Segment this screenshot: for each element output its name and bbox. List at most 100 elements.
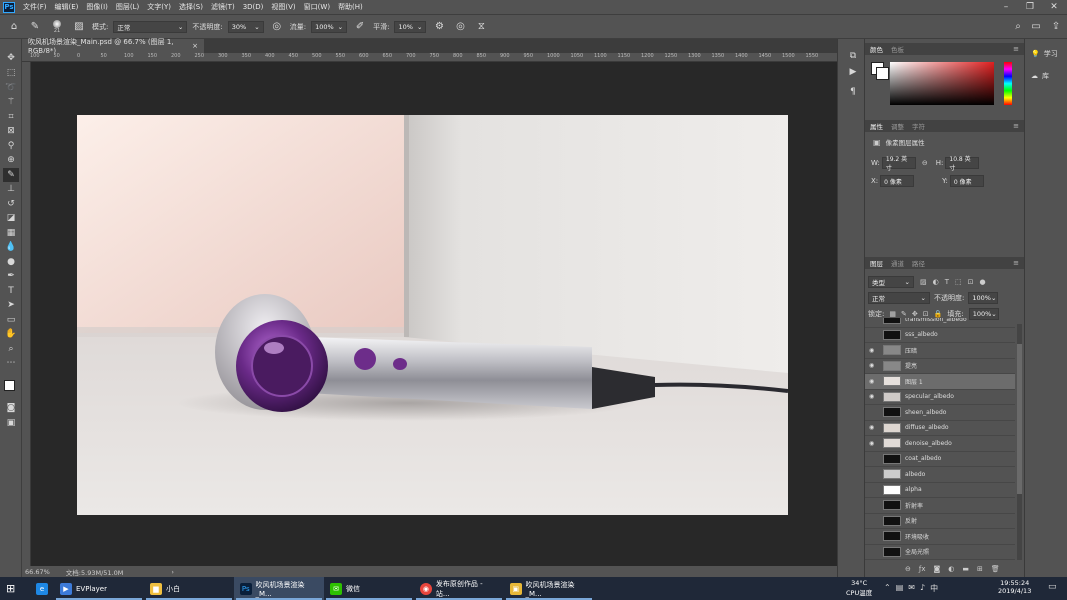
layer-row[interactable]: coat_albedo — [865, 452, 1015, 467]
marquee-tool-icon[interactable]: ⬚ — [3, 66, 19, 80]
healing-brush-icon[interactable]: ⊕ — [3, 153, 19, 167]
background-swatch[interactable] — [876, 67, 889, 80]
frame-tool-icon[interactable]: ⊠ — [3, 124, 19, 138]
tray-up-icon[interactable]: ⌃ — [884, 583, 891, 594]
lasso-tool-icon[interactable]: ➰ — [3, 81, 19, 95]
height-input[interactable]: 10.8 英寸 — [945, 156, 980, 172]
eraser-icon[interactable]: ◪ — [3, 211, 19, 225]
library-item[interactable]: ☁ 库 — [1031, 71, 1049, 81]
filter-pixel-icon[interactable]: ▨ — [920, 278, 927, 286]
new-layer-icon[interactable]: ⊞ — [977, 565, 983, 573]
history-brush-icon[interactable]: ↺ — [3, 197, 19, 211]
layer-row[interactable]: sheen_albedo — [865, 405, 1015, 421]
taskbar-image-viewer[interactable]: ▣ 吹风机场景渲染_M... — [504, 577, 594, 600]
tab-channels[interactable]: 通道 — [891, 258, 904, 268]
move-tool-icon[interactable]: ✥ — [3, 51, 19, 65]
blend-mode-select[interactable]: 正常 ⌄ — [868, 292, 930, 304]
adjustment-layer-icon[interactable]: ◐ — [948, 565, 954, 573]
menu-filter[interactable]: 滤镜(T) — [207, 2, 239, 12]
filter-smart-icon[interactable]: ⊡ — [968, 278, 974, 286]
screen-mode-icon[interactable]: ▣ — [3, 416, 19, 430]
tab-paths[interactable]: 路径 — [912, 258, 925, 268]
type-tool-icon[interactable]: T — [3, 284, 19, 298]
close-icon[interactable]: ✕ — [1042, 0, 1066, 14]
tab-adjustments[interactable]: 调整 — [891, 121, 904, 131]
layer-row[interactable]: ◉ 图层 1 — [865, 374, 1015, 390]
zoom-level[interactable]: 66.67% — [25, 568, 50, 576]
link-icon[interactable]: ⊖ — [922, 159, 928, 167]
hand-tool-icon[interactable]: ✋ — [3, 327, 19, 341]
brush-tool-icon[interactable]: ✎ — [3, 168, 19, 182]
gear-icon[interactable]: ⚙ — [431, 19, 447, 35]
lock-artboard-icon[interactable]: ⊡ — [923, 310, 929, 318]
layer-filter-select[interactable]: 类型 ⌄ — [868, 276, 914, 288]
notification-icon[interactable]: ▭ — [1048, 582, 1057, 592]
layers-scrollbar[interactable] — [1017, 324, 1022, 560]
brush-tool-icon[interactable]: ✎ — [27, 19, 43, 35]
taskbar-photoshop[interactable]: Ps 吹风机场景渲染_M... — [234, 577, 324, 600]
brush-preset-picker[interactable]: 21 — [48, 19, 66, 34]
taskbar-folder[interactable]: ▆ 小白 — [144, 577, 234, 600]
add-mask-icon[interactable]: ◙ — [933, 565, 940, 573]
panel-menu-icon[interactable]: ≡ — [1013, 122, 1019, 130]
lock-transparent-icon[interactable]: ▦ — [889, 310, 896, 318]
menu-file[interactable]: 文件(F) — [19, 2, 51, 12]
menu-view[interactable]: 视图(V) — [267, 2, 299, 12]
clone-stamp-icon[interactable]: ⊥ — [3, 182, 19, 196]
dodge-icon[interactable]: ● — [3, 255, 19, 269]
tab-character[interactable]: 字符 — [912, 121, 925, 131]
share-icon[interactable]: ⇪ — [1048, 19, 1064, 35]
x-input[interactable]: 0 像素 — [880, 175, 915, 187]
tab-layers[interactable]: 图层 — [870, 258, 883, 268]
layer-row[interactable]: transmission_albedo — [865, 318, 1015, 328]
layer-row[interactable]: alpha — [865, 483, 1015, 498]
filter-type-icon[interactable]: T — [945, 278, 949, 286]
y-input[interactable]: 0 像素 — [949, 175, 984, 187]
path-select-icon[interactable]: ➤ — [3, 298, 19, 312]
layer-row[interactable]: ◉ specular_albedo — [865, 390, 1015, 405]
eye-icon[interactable]: ◉ — [869, 378, 879, 385]
mode-select[interactable]: 正常 ⌄ — [113, 20, 188, 33]
new-group-icon[interactable]: ▬ — [962, 565, 969, 573]
menu-select[interactable]: 选择(S) — [175, 2, 207, 12]
history-panel-icon[interactable]: ⧉ — [845, 49, 861, 63]
learn-item[interactable]: 💡 学习 — [1031, 49, 1058, 59]
width-input[interactable]: 19.2 英寸 — [881, 156, 916, 172]
lock-pixels-icon[interactable]: ✎ — [901, 310, 907, 318]
more-tools-icon[interactable]: ⋯ — [3, 356, 19, 370]
panel-menu-icon[interactable]: ≡ — [1013, 45, 1019, 53]
foreground-color-swatch[interactable] — [4, 380, 15, 391]
tab-properties[interactable]: 属性 — [870, 121, 883, 131]
eye-icon[interactable]: ◉ — [869, 347, 879, 354]
eye-icon[interactable]: ◉ — [869, 440, 879, 447]
document-canvas[interactable] — [77, 115, 788, 515]
actions-panel-icon[interactable]: ▶ — [845, 65, 861, 79]
layer-row[interactable]: sss_albedo — [865, 328, 1015, 343]
opacity-input[interactable]: 30% ⌄ — [227, 20, 264, 33]
lock-all-icon[interactable]: 🔒 — [934, 310, 943, 318]
eyedropper-icon[interactable]: ⚲ — [3, 139, 19, 153]
blur-icon[interactable]: 💧 — [3, 240, 19, 254]
network-icon[interactable]: ▤ — [896, 583, 904, 594]
layer-row[interactable]: ◉ denoise_albedo — [865, 436, 1015, 452]
fx-icon[interactable]: ƒx — [919, 565, 926, 573]
gradient-icon[interactable]: ▦ — [3, 226, 19, 240]
layer-row[interactable]: ◉ diffuse_albedo — [865, 421, 1015, 436]
pressure-size-icon[interactable]: ◎ — [452, 19, 468, 35]
trash-icon[interactable]: 🗑 — [991, 565, 1000, 573]
home-icon[interactable]: ⌂ — [6, 19, 22, 35]
taskbar-evplayer[interactable]: ▶ EVPlayer — [54, 577, 144, 600]
menu-help[interactable]: 帮助(H) — [334, 2, 367, 12]
eye-icon[interactable]: ◉ — [869, 362, 879, 369]
color-field[interactable] — [890, 62, 994, 105]
rectangle-tool-icon[interactable]: ▭ — [3, 313, 19, 327]
layer-row[interactable]: ◉ 提亮 — [865, 359, 1015, 374]
search-icon[interactable]: ⌕ — [1010, 19, 1026, 35]
paragraph-panel-icon[interactable]: ¶ — [845, 85, 861, 99]
menu-layer[interactable]: 图层(L) — [112, 2, 143, 12]
pen-tool-icon[interactable]: ✒ — [3, 269, 19, 283]
volume-icon[interactable]: ♪ — [920, 583, 925, 594]
crop-tool-icon[interactable]: ⌗ — [3, 110, 19, 124]
document-tab[interactable]: 吹风机场景渲染_Main.psd @ 66.7% (图层 1, RGB/8*) … — [22, 38, 204, 55]
layer-row[interactable]: 全局光照 — [865, 545, 1015, 560]
